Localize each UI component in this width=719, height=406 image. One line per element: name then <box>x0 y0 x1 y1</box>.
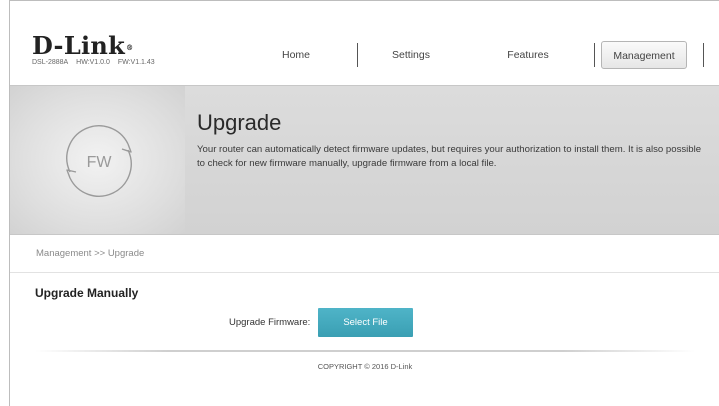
nav-divider <box>594 43 595 67</box>
copyright: COPYRIGHT © 2016 D-Link <box>317 362 413 371</box>
hw-version: HW:V1.0.0 <box>76 59 110 66</box>
logo-text: D-Link <box>32 31 126 60</box>
dlink-logo: D-Link® <box>32 34 133 58</box>
model-name: DSL-2888A <box>32 59 69 66</box>
firmware-update-icon: FW <box>66 125 132 197</box>
page-description: Your router can automatically detect fir… <box>197 144 702 169</box>
nav-home[interactable]: Home <box>236 41 356 69</box>
breadcrumb-text: Management >> Upgrade <box>36 248 145 259</box>
breadcrumb: Management >> Upgrade <box>10 235 719 273</box>
logo-registered-mark: ® <box>126 43 134 52</box>
fw-version: FW:V1.1.43 <box>117 59 155 66</box>
upgrade-firmware-label: Upgrade Firmware: <box>229 317 311 328</box>
nav-management[interactable]: Management <box>601 41 687 69</box>
banner-icon-panel: FW <box>10 86 185 234</box>
nav-divider <box>703 43 704 67</box>
nav-settings[interactable]: Settings <box>358 41 464 69</box>
page-title: Upgrade <box>197 110 282 135</box>
fw-icon-text: FW <box>87 154 113 171</box>
footer-divider <box>35 350 695 352</box>
nav-features[interactable]: Features <box>468 41 588 69</box>
select-file-button[interactable]: Select File <box>318 308 413 337</box>
page-frame: D-Link® DSL-2888A HW:V1.0.0 FW:V1.1.43 H… <box>9 0 719 406</box>
model-info: DSL-2888A HW:V1.0.0 FW:V1.1.43 <box>32 59 161 66</box>
section-title: Upgrade Manually <box>35 286 139 300</box>
header: D-Link® DSL-2888A HW:V1.0.0 FW:V1.1.43 H… <box>10 1 719 85</box>
page-banner: FW Upgrade Your router can automatically… <box>10 85 719 235</box>
